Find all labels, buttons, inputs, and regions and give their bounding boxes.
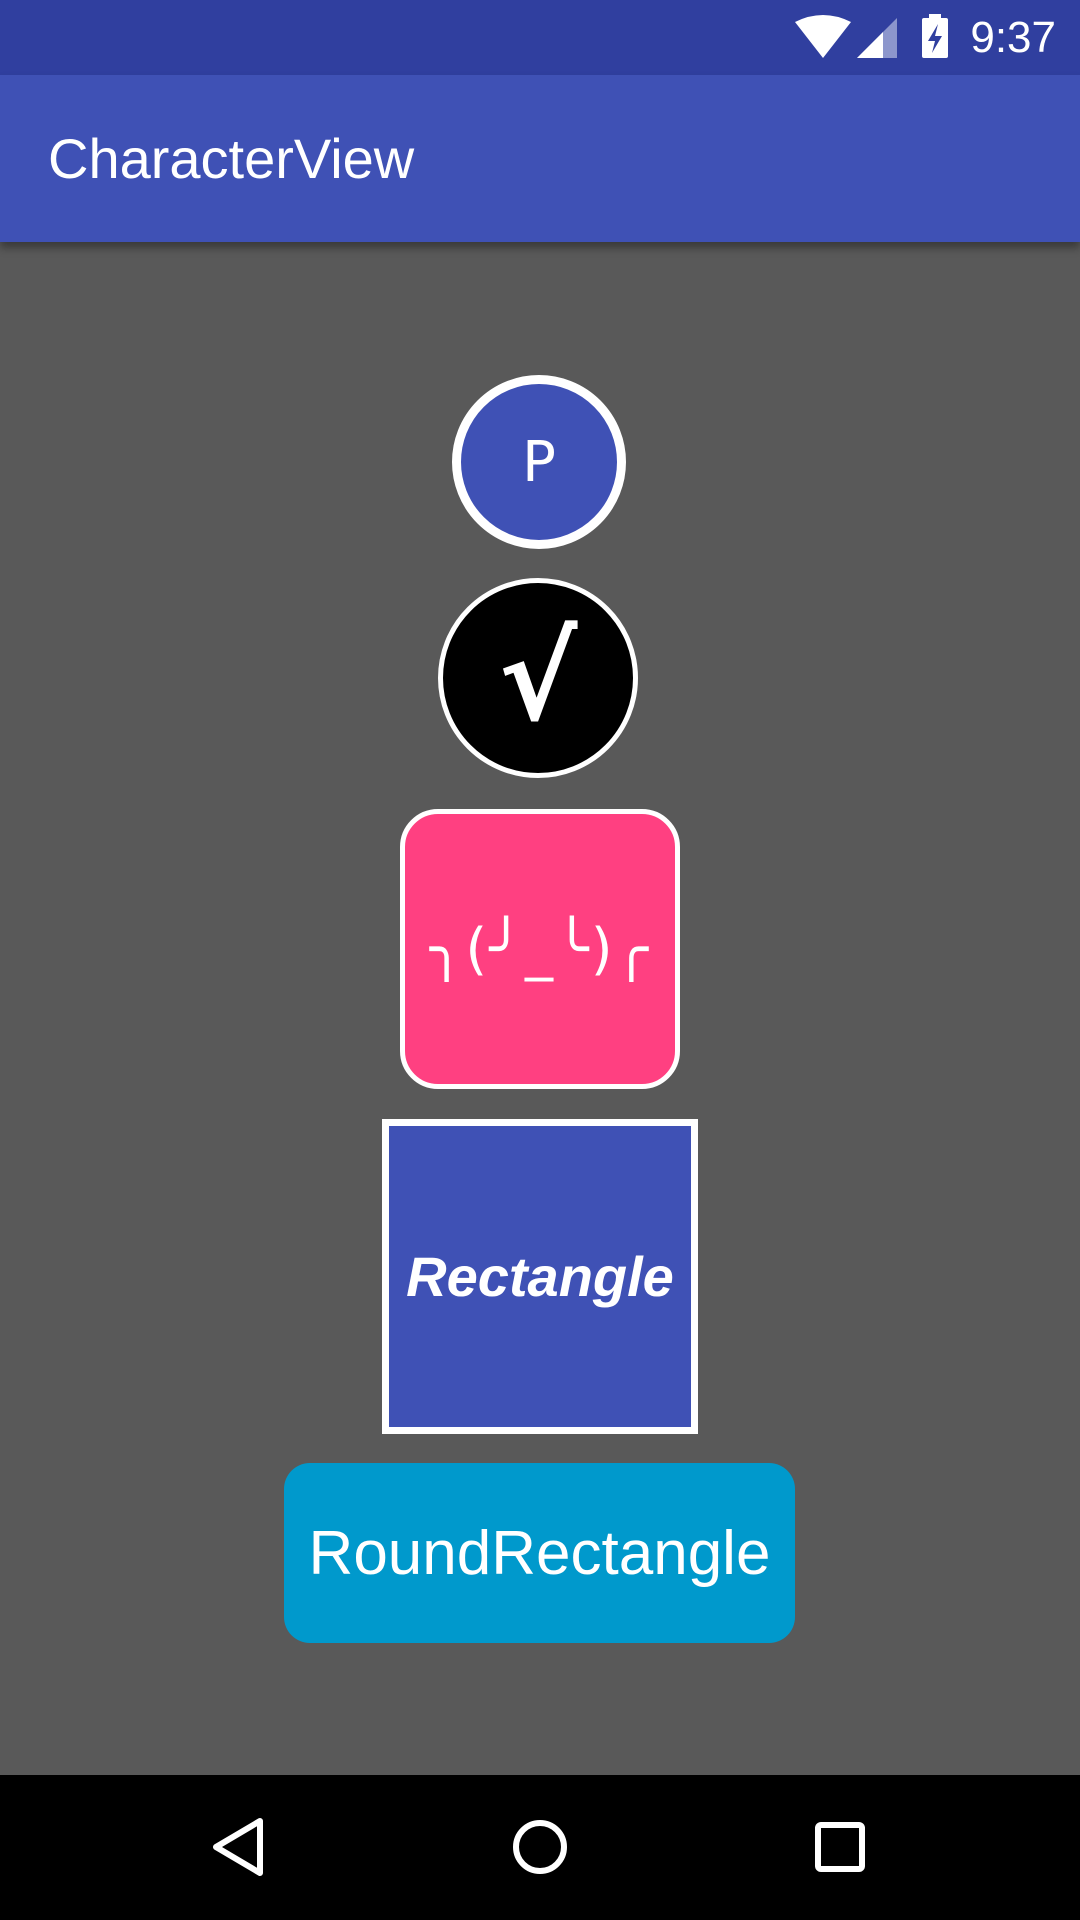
battery-charging-icon [922, 14, 948, 58]
back-icon [213, 1818, 263, 1876]
navigation-bar [0, 1775, 1080, 1920]
recents-button[interactable] [800, 1807, 880, 1887]
circle-character-view-p[interactable]: P [452, 375, 626, 549]
cell-signal-icon [857, 18, 897, 58]
round-square-character-view-emoticon[interactable]: ╮(╯_╰)╭ [400, 809, 680, 1089]
status-time: 9:37 [970, 13, 1056, 62]
recents-icon [815, 1822, 865, 1872]
round-rectangle-character-view[interactable]: RoundRectangle [284, 1463, 795, 1643]
rectangle-character-view[interactable]: Rectangle [382, 1119, 698, 1434]
app-bar: CharacterView [0, 75, 1080, 242]
wifi-icon [795, 15, 851, 58]
home-icon [513, 1820, 567, 1874]
status-icons [795, 14, 975, 69]
circle-character-view-check[interactable]: √ [438, 578, 638, 778]
status-bar: 9:37 [0, 0, 1080, 75]
back-button[interactable] [200, 1807, 280, 1887]
home-button[interactable] [500, 1807, 580, 1887]
app-title: CharacterView [48, 127, 415, 190]
